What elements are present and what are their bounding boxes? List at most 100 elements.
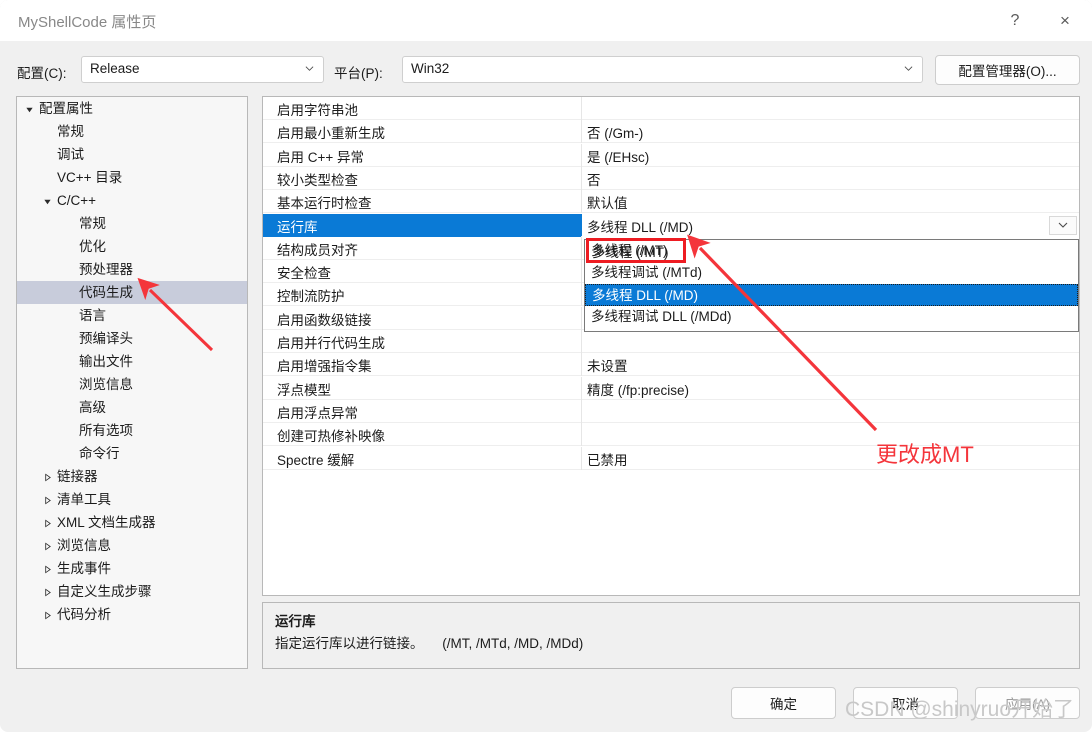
property-value[interactable]: 精度 (/fp:precise) <box>587 379 689 399</box>
tree-item[interactable]: 高级 <box>17 396 247 419</box>
dropdown-option-label: 多线程调试 DLL (/MDd) <box>591 309 732 324</box>
help-icon[interactable]: ? <box>992 0 1038 41</box>
tree-item[interactable]: 清单工具 <box>17 488 247 511</box>
tree-item[interactable]: 调试 <box>17 143 247 166</box>
tree-item-label: 配置属性 <box>39 101 93 116</box>
dropdown-option[interactable]: 多线程调试 (/MTd) <box>585 262 1078 284</box>
twisty-collapsed-icon[interactable] <box>43 580 57 603</box>
tree-item[interactable]: 链接器 <box>17 465 247 488</box>
property-value[interactable]: 未设置 <box>587 355 628 375</box>
twisty-collapsed-icon[interactable] <box>43 511 57 534</box>
configuration-manager-button[interactable]: 配置管理器(O)... <box>935 55 1080 85</box>
ok-button[interactable]: 确定 <box>731 687 836 719</box>
column-splitter <box>581 330 582 353</box>
dropdown-toggle-button[interactable] <box>1049 215 1077 235</box>
property-row[interactable]: 启用 C++ 异常 是 (/EHsc) <box>263 143 1079 167</box>
property-value[interactable]: 已禁用 <box>587 449 628 469</box>
configuration-select[interactable]: Release <box>81 56 324 83</box>
property-name: 启用函数级链接 <box>277 312 372 328</box>
tree-item[interactable]: 预处理器 <box>17 258 247 281</box>
column-splitter <box>581 97 582 120</box>
property-row[interactable]: 启用增强指令集 未设置 <box>263 353 1079 377</box>
column-splitter <box>581 399 582 423</box>
title-bar: MyShellCode 属性页 ? × <box>0 0 1092 41</box>
tree-item-label: 自定义生成步骤 <box>57 584 152 599</box>
tree-item[interactable]: 配置属性 <box>17 97 247 120</box>
column-splitter <box>581 446 582 470</box>
twisty-expanded-icon[interactable] <box>25 97 39 120</box>
tree-item[interactable]: 浏览信息 <box>17 373 247 396</box>
column-splitter <box>581 353 582 377</box>
property-value[interactable]: 否 <box>587 169 601 189</box>
tree-item-label: 优化 <box>79 239 106 254</box>
tree-item[interactable]: 输出文件 <box>17 350 247 373</box>
tree-item[interactable]: 优化 <box>17 235 247 258</box>
tree-item[interactable]: 常规 <box>17 120 247 143</box>
twisty-collapsed-icon[interactable] <box>43 465 57 488</box>
tree-item-label: C/C++ <box>57 193 97 208</box>
tree-item-label: 所有选项 <box>79 423 133 438</box>
close-icon[interactable]: × <box>1042 0 1088 41</box>
column-splitter <box>581 306 582 330</box>
property-value[interactable]: 否 (/Gm-) <box>587 122 643 142</box>
twisty-collapsed-icon[interactable] <box>43 603 57 626</box>
twisty-collapsed-icon[interactable] <box>43 488 57 511</box>
tree-item-label: 常规 <box>79 216 106 231</box>
property-row-selected[interactable]: 运行库 多线程 DLL (/MD) <box>263 213 1079 237</box>
dropdown-option[interactable]: 多线程 DLL (/MD) <box>585 284 1078 306</box>
configuration-label: 配置(C): <box>17 66 67 81</box>
tree-item[interactable]: 代码分析 <box>17 603 247 626</box>
column-splitter <box>581 120 582 144</box>
twisty-collapsed-icon[interactable] <box>43 534 57 557</box>
property-grid[interactable]: 启用字符串池 启用最小重新生成 否 (/Gm-) 启用 C++ 异常 是 (/EHsc)… <box>262 96 1080 596</box>
property-value[interactable]: 是 (/EHsc) <box>587 146 649 166</box>
description-title: 运行库 <box>275 614 316 629</box>
tree-item-label: 常规 <box>57 124 84 139</box>
column-splitter <box>581 423 582 447</box>
properties-dialog: MyShellCode 属性页 ? × 配置(C): Release 平台(P)… <box>0 0 1092 732</box>
property-name: 创建可热修补映像 <box>277 429 385 445</box>
tree-item[interactable]: 代码生成 <box>17 281 247 304</box>
tree-item-label: 浏览信息 <box>79 377 133 392</box>
tree-item[interactable]: 常规 <box>17 212 247 235</box>
property-row[interactable]: 启用字符串池 <box>263 97 1079 120</box>
column-splitter <box>581 260 582 284</box>
tree-item[interactable]: 语言 <box>17 304 247 327</box>
property-value[interactable]: 多线程 DLL (/MD) <box>587 216 693 236</box>
tree-item[interactable]: XML 文档生成器 <box>17 511 247 534</box>
property-name: 较小类型检查 <box>277 172 358 188</box>
property-row[interactable]: 基本运行时检查 默认值 <box>263 190 1079 214</box>
property-name: 控制流防护 <box>277 289 345 305</box>
property-value[interactable]: 默认值 <box>587 192 628 212</box>
tree-item[interactable]: 命令行 <box>17 442 247 465</box>
platform-select[interactable]: Win32 <box>402 56 923 83</box>
tree-item-label: 输出文件 <box>79 354 133 369</box>
property-row[interactable]: 较小类型检查 否 <box>263 166 1079 190</box>
dropdown-option[interactable]: 多线程调试 DLL (/MDd) <box>585 306 1078 328</box>
property-row[interactable]: 启用并行代码生成 <box>263 330 1079 353</box>
twisty-expanded-icon[interactable] <box>43 189 57 212</box>
description-pane: 运行库 指定运行库以进行链接。 (/MT, /MTd, /MD, /MDd) <box>262 602 1080 669</box>
watermark: CSDN @shinyruo开始了 <box>845 698 1075 721</box>
tree-item[interactable]: VC++ 目录 <box>17 166 247 189</box>
tree-item-label: 高级 <box>79 400 106 415</box>
property-name: 运行库 <box>277 219 318 235</box>
tree-item[interactable]: 预编译头 <box>17 327 247 350</box>
tree-item[interactable]: 生成事件 <box>17 557 247 580</box>
tree-item[interactable]: 自定义生成步骤 <box>17 580 247 603</box>
tree-item-label: 代码生成 <box>79 285 133 300</box>
tree-item-label: VC++ 目录 <box>57 170 123 185</box>
property-row[interactable]: 浮点模型 精度 (/fp:precise) <box>263 376 1079 400</box>
property-row[interactable]: 启用最小重新生成 否 (/Gm-) <box>263 120 1079 144</box>
column-splitter <box>581 143 582 167</box>
twisty-collapsed-icon[interactable] <box>43 557 57 580</box>
tree-item[interactable]: C/C++ <box>17 189 247 212</box>
property-name: 启用增强指令集 <box>277 359 372 375</box>
column-splitter <box>581 283 582 307</box>
property-name: 启用并行代码生成 <box>277 336 385 351</box>
tree-item[interactable]: 所有选项 <box>17 419 247 442</box>
dropdown-option-label: 多线程 DLL (/MD) <box>592 288 699 303</box>
tree-item[interactable]: 浏览信息 <box>17 534 247 557</box>
property-tree[interactable]: 配置属性 常规 调试 VC++ 目录 C/C++ 常规 优化 预处理器 代码生成 语言 预编译头 输出… <box>16 96 248 669</box>
property-row[interactable]: 启用浮点异常 <box>263 399 1079 423</box>
